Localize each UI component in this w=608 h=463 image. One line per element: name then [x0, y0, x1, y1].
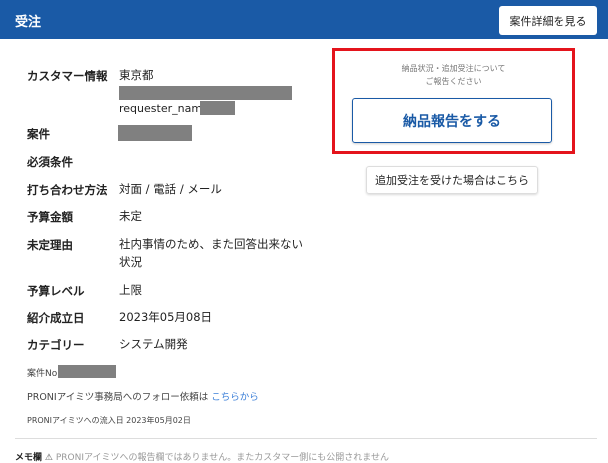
value-budget: 未定	[119, 209, 142, 223]
redacted-block	[118, 125, 192, 141]
label-meeting-method: 打ち合わせ方法	[27, 183, 108, 197]
label-referral-date: 紹介成立日	[27, 311, 85, 325]
report-note-2: ご報告ください	[425, 77, 482, 86]
label-budget: 予算金額	[27, 210, 73, 224]
label-case: 案件	[27, 127, 50, 141]
report-note-1: 納品状況・追加受注について	[401, 64, 506, 73]
page-title: 受注	[15, 15, 42, 30]
value-undecided-reason: 社内事情のため、また回答出来ない	[119, 237, 303, 251]
label-budget-level: 予算レベル	[27, 284, 85, 298]
value-budget-level: 上限	[119, 283, 142, 297]
value-category: システム開発	[119, 337, 188, 351]
value-referral-date: 2023年05月08日	[119, 310, 213, 324]
value-undecided-reason-2: 状況	[119, 255, 142, 269]
label-category: カテゴリー	[27, 338, 85, 352]
memo-label: メモ欄	[15, 453, 43, 463]
redacted-block	[58, 365, 116, 378]
follow-request-link[interactable]: こちらから	[211, 392, 259, 403]
label-customer-info: カスタマー情報	[27, 69, 108, 83]
warning-icon: ⚠	[44, 453, 53, 463]
memo-note: PRONIアイミツへの報告欄ではありません。またカスタマー側にも公開されません	[55, 453, 390, 463]
redacted-block	[119, 86, 292, 100]
divider	[15, 438, 597, 439]
view-case-details-button[interactable]: 案件詳細を見る	[499, 6, 597, 35]
case-number-label: 案件No.	[27, 369, 60, 379]
redacted-block	[200, 101, 235, 115]
delivery-report-button[interactable]: 納品報告をする	[352, 98, 552, 143]
follow-request-text: PRONIアイミツ事務局へのフォロー依頼は	[27, 392, 209, 403]
additional-order-button[interactable]: 追加受注を受けた場合はこちら	[366, 166, 538, 194]
label-undecided-reason: 未定理由	[27, 238, 73, 252]
value-customer-location: 東京都	[119, 68, 154, 82]
label-requirements: 必須条件	[27, 155, 73, 169]
inflow-date: PRONIアイミツへの流入日 2023年05月02日	[27, 416, 191, 425]
header: 受注 案件詳細を見る	[0, 0, 608, 39]
value-meeting-method: 対面 / 電話 / メール	[119, 182, 222, 196]
report-highlight-box: 納品状況・追加受注について ご報告ください 納品報告をする	[332, 48, 575, 154]
